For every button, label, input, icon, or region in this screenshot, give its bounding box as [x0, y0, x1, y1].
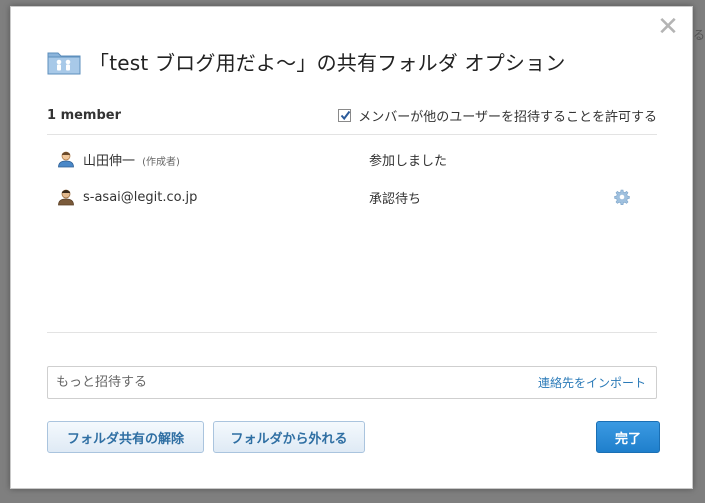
dialog-title: 「test ブログ用だよ〜」の共有フォルダ オプション: [89, 51, 566, 75]
done-button[interactable]: 完了: [596, 421, 660, 453]
invite-field[interactable]: 連絡先をインポート: [47, 366, 657, 399]
divider: [47, 134, 657, 135]
member-name-text: 山田伸一: [83, 153, 136, 169]
member-status: 参加しました: [369, 153, 448, 169]
member-status: 承認待ち: [369, 191, 422, 207]
member-meta-row: 1 member メンバーが他のユーザーを招待することを許可する: [47, 104, 657, 126]
gear-icon[interactable]: [614, 189, 630, 205]
checkmark-icon: [341, 110, 351, 120]
member-row: s-asai@legit.co.jp 承認待ち: [57, 185, 657, 209]
creator-tag: (作成者): [142, 156, 180, 168]
shared-folder-options-dialog: ✕ 「test ブログ用だよ〜」の共有フォルダ オプション 1 member メ…: [10, 6, 693, 489]
member-row: 山田伸一 (作成者) 参加しました: [57, 147, 657, 171]
close-icon[interactable]: ✕: [657, 14, 679, 40]
user-avatar-icon: [58, 189, 74, 206]
member-name: s-asai@legit.co.jp: [83, 190, 369, 205]
leave-folder-button[interactable]: フォルダから外れる: [213, 421, 365, 453]
divider: [47, 332, 657, 333]
backdrop-text-fragment: る: [692, 28, 705, 42]
member-count: 1 member: [47, 107, 122, 123]
allow-invite-label: メンバーが他のユーザーを招待することを許可する: [358, 109, 657, 125]
invite-input[interactable]: [56, 375, 416, 390]
allow-invite-checkbox[interactable]: [338, 108, 352, 122]
unshare-folder-button[interactable]: フォルダ共有の解除: [47, 421, 204, 453]
dialog-header: 「test ブログ用だよ〜」の共有フォルダ オプション: [47, 47, 566, 76]
member-name: 山田伸一 (作成者): [83, 150, 369, 169]
import-contacts-link[interactable]: 連絡先をインポート: [538, 374, 646, 391]
user-avatar-icon: [58, 151, 74, 168]
member-name-text: s-asai@legit.co.jp: [83, 189, 198, 205]
allow-invite-option[interactable]: メンバーが他のユーザーを招待することを許可する: [338, 106, 657, 125]
shared-folder-icon: [47, 52, 81, 74]
